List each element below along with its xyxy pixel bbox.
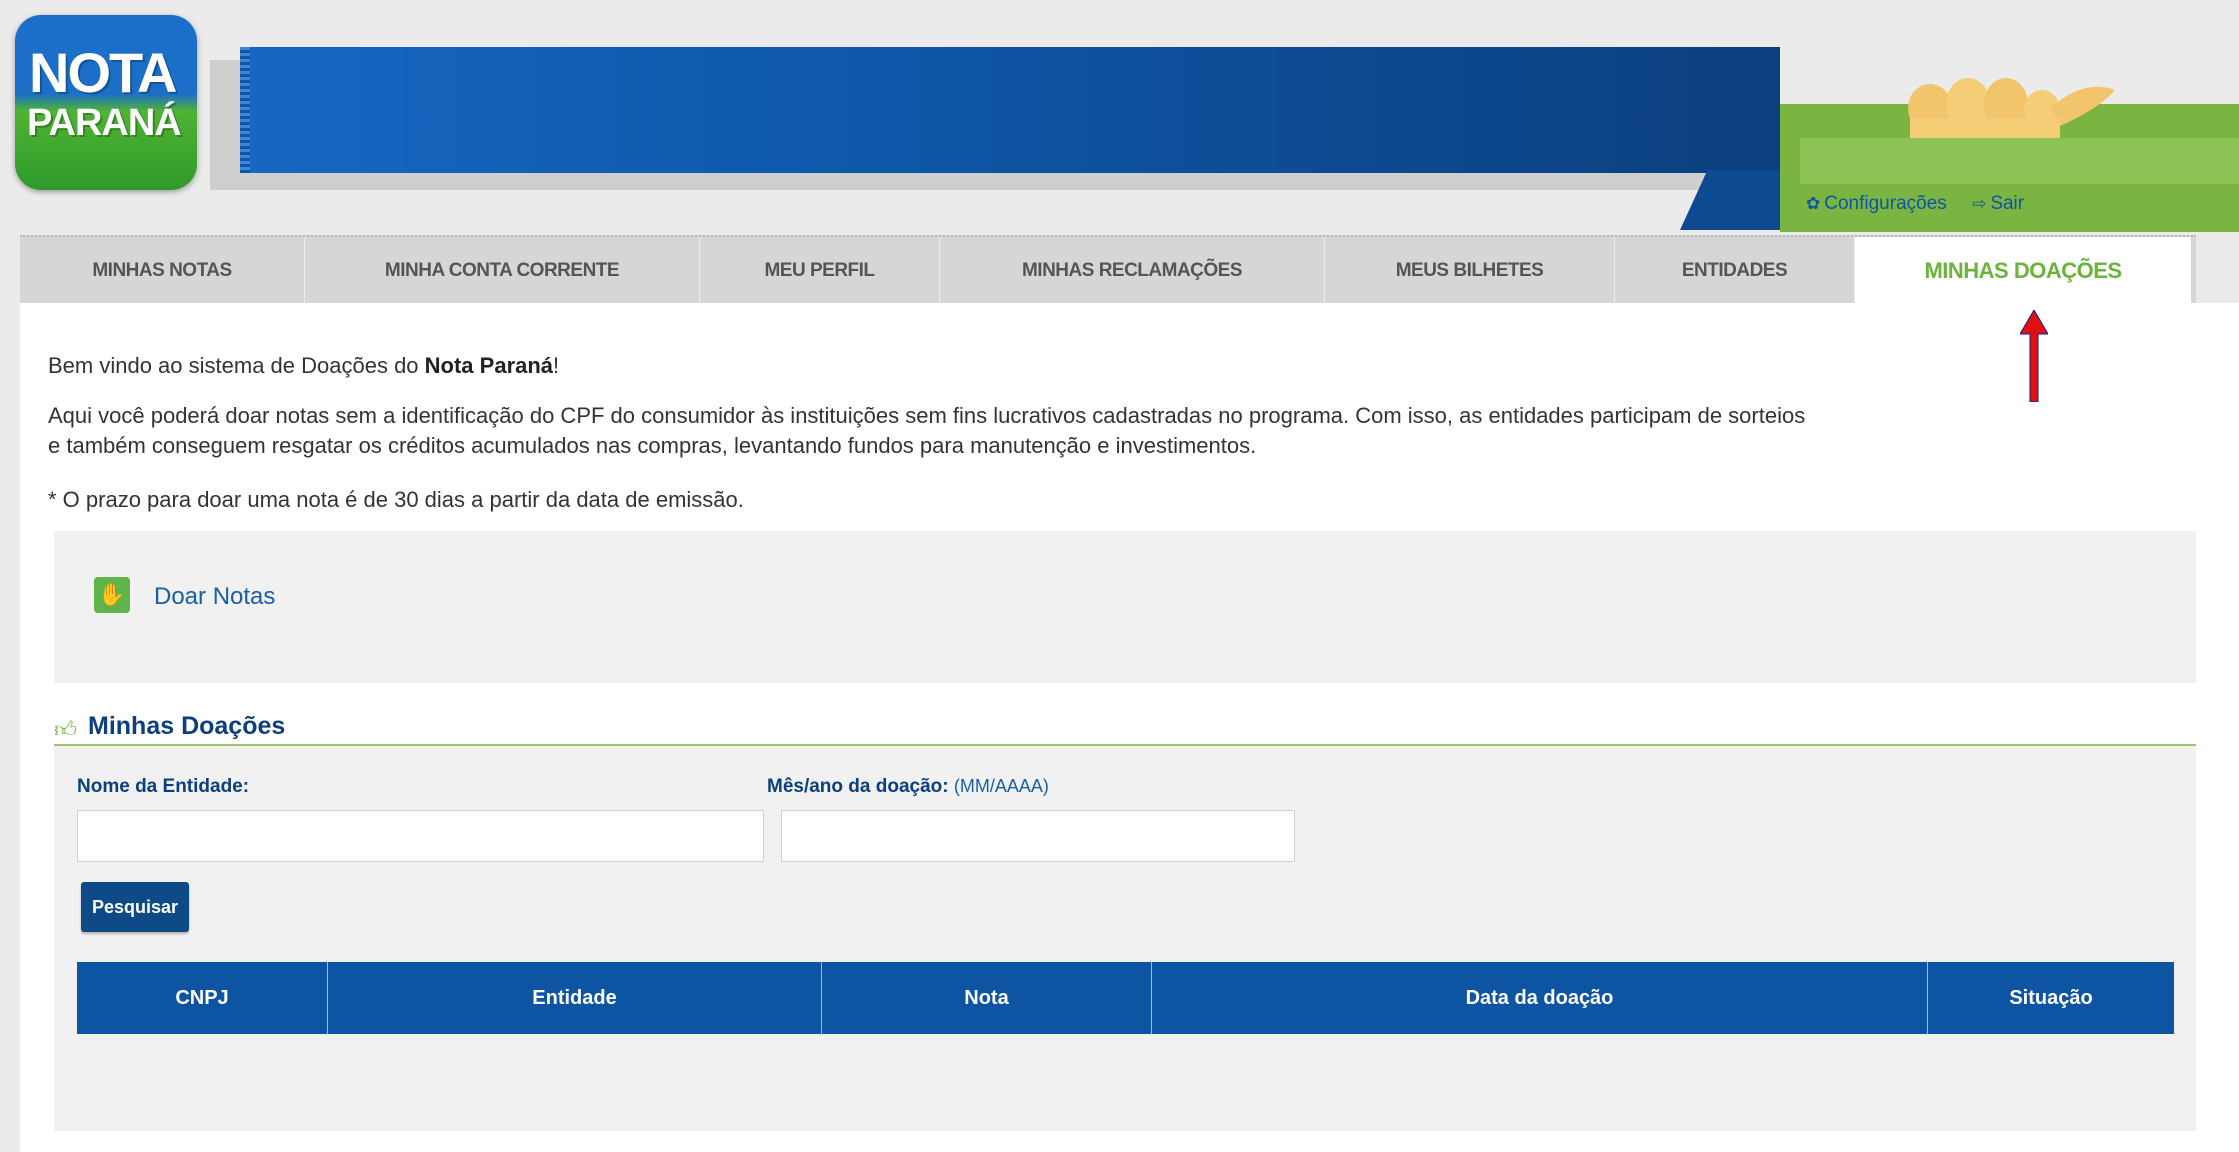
donate-notes-link[interactable]: Doar Notas (154, 583, 275, 611)
hand-icon[interactable]: ✋ (94, 577, 130, 613)
intro-line-2: e também conseguem resgatar os créditos … (48, 433, 1257, 458)
section-header: 👍︎ Minhas Doações (54, 710, 2196, 746)
section-title: Minhas Doações (88, 712, 286, 740)
annotation-arrow-icon (2020, 310, 2048, 402)
search-panel: Nome da Entidade: Mês/ano da doação: (MM… (54, 746, 2196, 1131)
column-header-data-doacao[interactable]: Data da doação (1152, 962, 1928, 1034)
donations-table-header: CNPJ Entidade Nota Data da doação Situaç… (77, 962, 2174, 1034)
column-header-cnpj[interactable]: CNPJ (77, 962, 328, 1034)
column-header-entidade[interactable]: Entidade (328, 962, 822, 1034)
search-button[interactable]: Pesquisar (81, 882, 189, 932)
site-header: NOTA PARANÁ ✿ Configurações ⇨ Sair (0, 0, 2239, 232)
deadline-note: * O prazo para doar uma nota é de 30 dia… (48, 487, 744, 512)
thumbs-up-icon: 👍︎ (54, 717, 77, 742)
entity-label-text: Nome da Entidade: (77, 776, 250, 797)
main-content: Bem vindo ao sistema de Doações do Nota … (20, 303, 2239, 1152)
logo-text-parana: PARANÁ (27, 102, 182, 144)
column-header-nota[interactable]: Nota (822, 962, 1152, 1034)
column-header-situacao[interactable]: Situação (1928, 962, 2174, 1034)
settings-link[interactable]: Configurações (1824, 193, 1947, 215)
tab-meus-bilhetes[interactable]: MEUS BILHETES (1325, 237, 1615, 305)
logout-link[interactable]: Sair (1990, 193, 2024, 215)
entity-name-input[interactable] (77, 810, 764, 862)
donation-month-input[interactable] (781, 810, 1295, 862)
nota-parana-logo[interactable]: NOTA PARANÁ (15, 15, 197, 190)
tab-minhas-notas[interactable]: MINHAS NOTAS (20, 237, 305, 305)
tab-entidades[interactable]: ENTIDADES (1615, 237, 1855, 305)
month-format-hint: (MM/AAAA) (953, 776, 1049, 796)
entity-label: Nome da Entidade: (77, 776, 249, 798)
header-banner (240, 47, 1780, 173)
welcome-suffix: ! (553, 353, 560, 378)
tab-meu-perfil[interactable]: MEU PERFIL (700, 237, 940, 305)
intro-line-1: Aqui você poderá doar notas sem a identi… (48, 403, 1806, 428)
hand-illustration (1908, 78, 2115, 138)
main-tabs: MINHAS NOTAS MINHA CONTA CORRENTE MEU PE… (20, 235, 2196, 305)
tab-minhas-doacoes[interactable]: MINHAS DOAÇÕES (1855, 237, 2191, 305)
logout-icon: ⇨ (1972, 194, 1987, 213)
welcome-prefix: Bem vindo ao sistema de Doações do (48, 353, 425, 378)
month-label: Mês/ano da doação: (MM/AAAA) (767, 776, 1049, 798)
welcome-brand: Nota Paraná (424, 353, 554, 378)
gear-icon: ✿ (1806, 194, 1821, 213)
month-label-text: Mês/ano da doação: (767, 776, 949, 797)
tab-minhas-reclamacoes[interactable]: MINHAS RECLAMAÇÕES (940, 237, 1325, 305)
banner-edge (240, 47, 250, 173)
header-links: ✿ Configurações ⇨ Sair (1806, 193, 2024, 215)
logo-text-nota: NOTA (29, 41, 177, 104)
tab-minha-conta-corrente[interactable]: MINHA CONTA CORRENTE (305, 237, 700, 305)
welcome-text: Bem vindo ao sistema de Doações do Nota … (48, 353, 559, 379)
user-panel-band (1800, 138, 2239, 184)
actions-panel: ✋ Doar Notas (54, 531, 2196, 683)
